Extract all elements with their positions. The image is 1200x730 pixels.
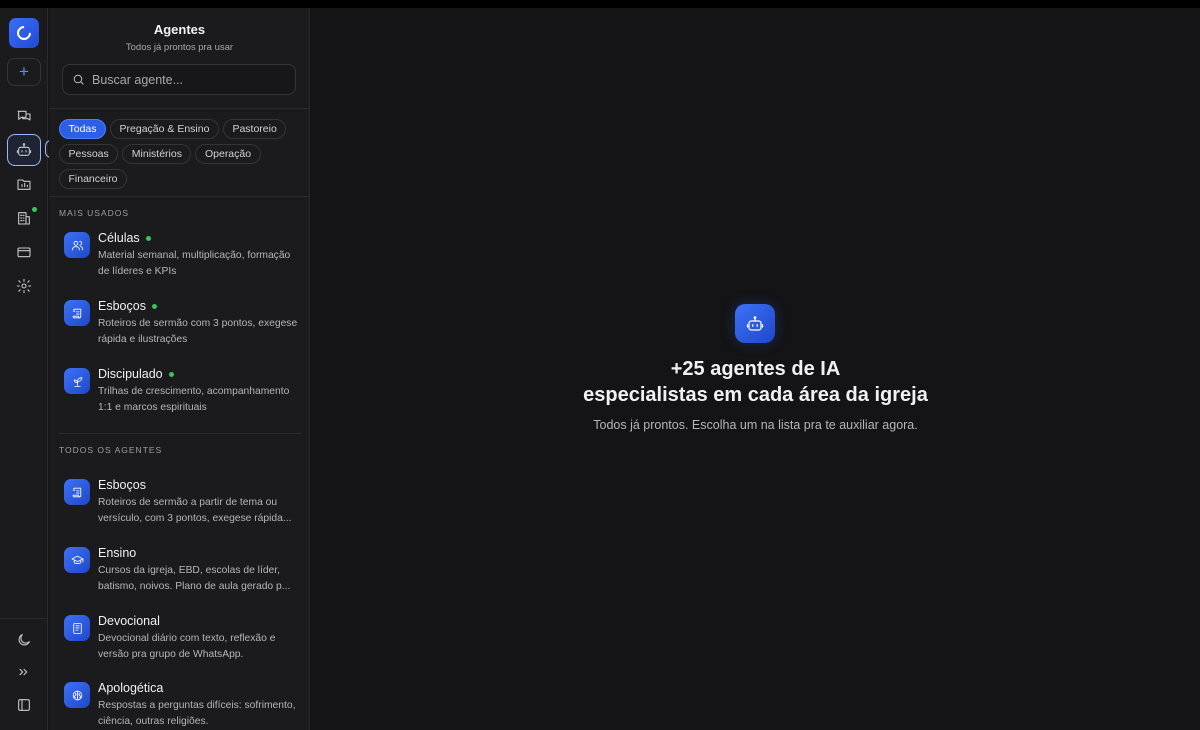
rail-billing-button[interactable] (7, 236, 41, 268)
agent-icon (64, 479, 90, 505)
hero-subtitle: Todos já prontos. Escolha um na lista pr… (593, 418, 918, 432)
chevrons-right-icon (19, 668, 28, 676)
hero-title-line1: +25 agentes de IA (670, 358, 841, 380)
agent-item-celulas[interactable]: Células Material semanal, multiplicação,… (59, 228, 301, 292)
filter-chip-pessoas[interactable]: Pessoas (59, 144, 119, 164)
agent-name: Esboços (98, 299, 157, 313)
search-box[interactable] (62, 64, 296, 95)
filter-chip-ministerios[interactable]: Ministérios (122, 144, 192, 164)
book-icon (72, 622, 82, 634)
rail-settings-button[interactable] (7, 270, 41, 302)
scroll-icon (72, 487, 81, 497)
chat-icon (17, 110, 31, 121)
expand-rail-button[interactable] (7, 656, 41, 688)
agent-icon (64, 368, 90, 394)
online-dot (168, 371, 174, 377)
online-dot (151, 303, 157, 309)
agent-name: Discipulado (98, 367, 174, 381)
agent-name: Ensino (98, 546, 137, 560)
agent-description: Material semanal, multiplicação, formaçã… (98, 250, 291, 277)
section-label-all-agents: TODOS OS AGENTES (59, 445, 163, 455)
search-icon (73, 74, 84, 85)
agent-item-esbocos-all[interactable]: Esboços Roteiros de sermão a partir de t… (59, 475, 301, 539)
rail-agents-button[interactable] (7, 134, 41, 166)
agent-item-esbocos[interactable]: Esboços Roteiros de sermão com 3 pontos,… (59, 296, 301, 360)
plus-icon: + (19, 62, 29, 81)
rail-divider (0, 618, 48, 619)
logo-icon (14, 23, 34, 43)
agent-description: Devocional diário com texto, reflexão e … (98, 633, 276, 660)
filter-chip-pregacao-ensino[interactable]: Pregação & Ensino (110, 119, 219, 139)
hero-badge (735, 304, 775, 343)
filter-chip-todas[interactable]: Todas (59, 119, 107, 139)
agent-name: Células (98, 231, 151, 245)
new-chat-button[interactable]: + (7, 58, 41, 86)
agent-name: Apologética (98, 681, 164, 695)
hero-title: +25 agentes de IA especialistas em cada … (311, 356, 1200, 408)
filter-chips: Todas Pregação & Ensino Pastoreio Pessoa… (59, 119, 304, 189)
theme-toggle-button[interactable] (7, 624, 41, 656)
sidebar-toggle-icon (18, 699, 30, 711)
icon-rail: + (0, 8, 51, 730)
agent-description: Roteiros de sermão com 3 pontos, exegese… (98, 318, 298, 345)
rail-files-button[interactable] (7, 168, 41, 200)
divider (59, 433, 301, 434)
agent-name-text: Discipulado (98, 367, 163, 381)
agent-item-apologetica[interactable]: Apologética Respostas a perguntas difíce… (59, 678, 301, 730)
panel-title: Agentes (153, 22, 206, 37)
agents-panel: Agentes Todos já prontos pra usar Todas … (49, 8, 310, 730)
robot-icon (746, 315, 764, 331)
filter-chip-pastoreio[interactable]: Pastoreio (222, 119, 287, 139)
agent-description: Cursos da igreja, EBD, escolas de líder,… (98, 565, 291, 592)
scroll-icon (72, 308, 81, 318)
search-input[interactable] (92, 72, 282, 87)
agent-name-text: Esboços (98, 299, 146, 313)
panel-subtitle: Todos já prontos pra usar (125, 42, 234, 53)
agent-name: Esboços (98, 478, 146, 492)
moon-icon (18, 634, 30, 646)
people-icon (71, 240, 83, 250)
agent-icon (64, 547, 90, 573)
graduation-cap-icon (71, 555, 83, 564)
building-icon (18, 212, 30, 225)
card-icon (17, 247, 31, 258)
agent-description: Trilhas de crescimento, acompanhamento 1… (98, 386, 290, 413)
sprout-icon (73, 376, 82, 387)
agent-item-ensino[interactable]: Ensino Cursos da igreja, EBD, escolas de… (59, 543, 301, 607)
agent-name: Devocional (98, 614, 160, 628)
folder-chart-icon (17, 179, 31, 190)
toggle-sidebar-button[interactable] (7, 689, 41, 721)
robot-icon (16, 143, 32, 156)
main-content: +25 agentes de IA especialistas em cada … (311, 8, 1200, 730)
agent-item-discipulado[interactable]: Discipulado Trilhas de crescimento, acom… (59, 364, 301, 428)
agent-description: Roteiros de sermão a partir de tema ou v… (98, 497, 292, 524)
agent-icon (64, 300, 90, 326)
agent-name-text: Células (98, 231, 140, 245)
agent-icon (64, 682, 90, 708)
brain-icon (72, 690, 82, 700)
agent-icon (64, 615, 90, 641)
agent-item-devocional[interactable]: Devocional Devocional diário com texto, … (59, 611, 301, 675)
divider (49, 196, 309, 197)
section-label-most-used: MAIS USADOS (59, 208, 130, 218)
filter-chip-operacao[interactable]: Operação (195, 144, 261, 164)
window-top-bar (0, 0, 1200, 8)
agent-icon (64, 232, 90, 258)
divider (49, 108, 309, 109)
rail-chats-button[interactable] (7, 100, 41, 132)
hero-title-line2: especialistas em cada área da igreja (583, 384, 928, 406)
notification-dot (32, 207, 37, 212)
online-dot (145, 235, 151, 241)
agent-description: Respostas a perguntas difíceis: sofrimen… (98, 700, 296, 727)
app-logo[interactable] (9, 18, 39, 48)
filter-chip-financeiro[interactable]: Financeiro (59, 169, 128, 189)
settings-icon (16, 278, 32, 294)
